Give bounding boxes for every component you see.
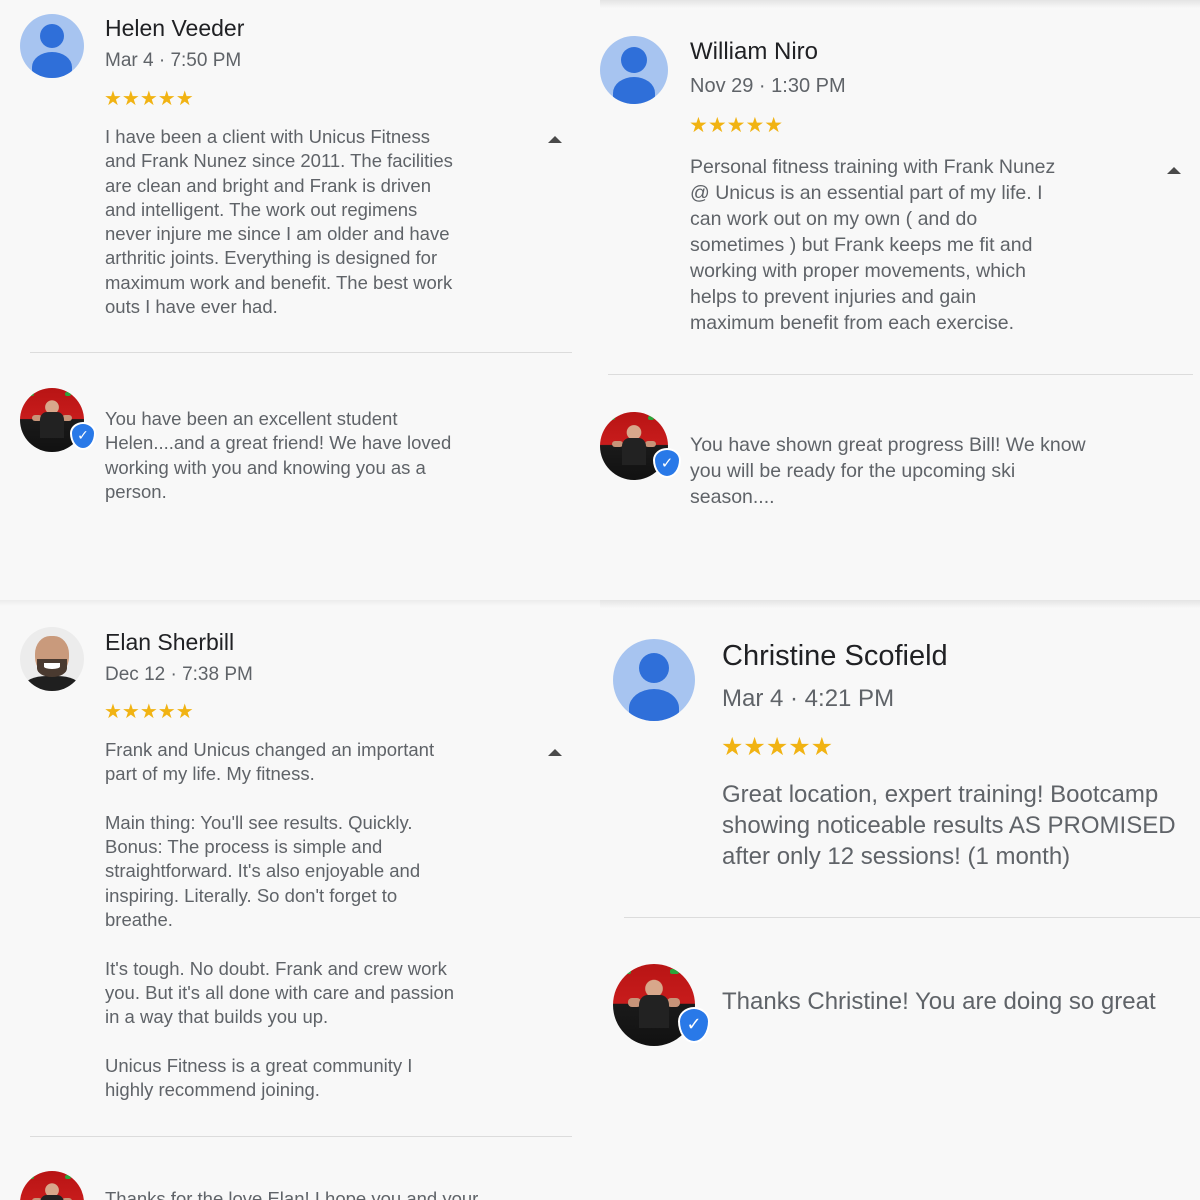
avatar-body-icon: [613, 77, 655, 104]
verified-badge-icon: ✓: [70, 422, 96, 450]
review-date: Nov 29 · 1:30 PM: [690, 75, 846, 97]
owner-reply-text: You have shown great progress Bill! We k…: [690, 434, 1086, 508]
review-text: I have been a client with Unicus Fitness…: [105, 126, 453, 318]
reviewer-avatar[interactable]: [613, 639, 695, 721]
reviewer-name[interactable]: Christine Scofield: [722, 640, 948, 673]
review-text: Great location, expert training! Bootcam…: [722, 781, 1176, 870]
verified-badge-icon: ✓: [653, 448, 681, 478]
reviewer-avatar[interactable]: [600, 36, 668, 104]
reviewer-name[interactable]: Elan Sherbill: [105, 629, 234, 656]
owner-reply-text: You have been an excellent student Helen…: [105, 408, 452, 502]
avatar-head-icon: [621, 47, 647, 73]
divider: [30, 1136, 572, 1137]
reviewer-photo[interactable]: [20, 627, 84, 691]
review-card-elan: Elan Sherbill Dec 12 · 7:38 PM ★★★★★ Fra…: [0, 600, 600, 1200]
star-rating: ★★★★★: [104, 699, 194, 723]
reviewer-name[interactable]: Helen Veeder: [105, 15, 244, 42]
owner-reply-text: Thanks Christine! You are doing so great: [722, 988, 1156, 1015]
avatar-head-icon: [639, 653, 669, 683]
avatar-head-icon: [40, 24, 64, 48]
owner-avatar[interactable]: ✓: [613, 964, 710, 1046]
owner-avatar[interactable]: ✓: [20, 388, 96, 452]
review-card-christine: Christine Scofield Mar 4 · 4:21 PM ★★★★★…: [600, 600, 1200, 1200]
avatar-body-icon: [629, 689, 679, 721]
divider: [624, 917, 1200, 918]
reviewer-avatar[interactable]: [20, 14, 84, 78]
review-card-helen: Helen Veeder Mar 4 · 7:50 PM ★★★★★ I hav…: [0, 0, 600, 600]
review-date: Mar 4 · 7:50 PM: [105, 50, 242, 71]
star-rating: ★★★★★: [689, 113, 784, 137]
review-text: Frank and Unicus changed an important pa…: [105, 739, 455, 1101]
owner-reply-text: Thanks for the love Elan! I hope you and…: [105, 1188, 479, 1200]
review-date: Mar 4 · 4:21 PM: [722, 685, 895, 712]
review-text: Personal fitness training with Frank Nun…: [690, 156, 1056, 334]
owner-avatar[interactable]: [20, 1171, 84, 1200]
owner-photo: [20, 1171, 84, 1200]
star-rating: ★★★★★: [721, 732, 834, 761]
reviewer-name[interactable]: William Niro: [690, 38, 818, 66]
verified-badge-icon: ✓: [678, 1007, 710, 1043]
divider: [30, 352, 572, 353]
review-date: Dec 12 · 7:38 PM: [105, 664, 253, 685]
review-card-william: William Niro Nov 29 · 1:30 PM ★★★★★ Pers…: [600, 0, 1200, 600]
star-rating: ★★★★★: [104, 86, 194, 110]
avatar-body-icon: [32, 52, 72, 78]
owner-avatar[interactable]: ✓: [600, 412, 681, 480]
divider: [608, 374, 1193, 375]
